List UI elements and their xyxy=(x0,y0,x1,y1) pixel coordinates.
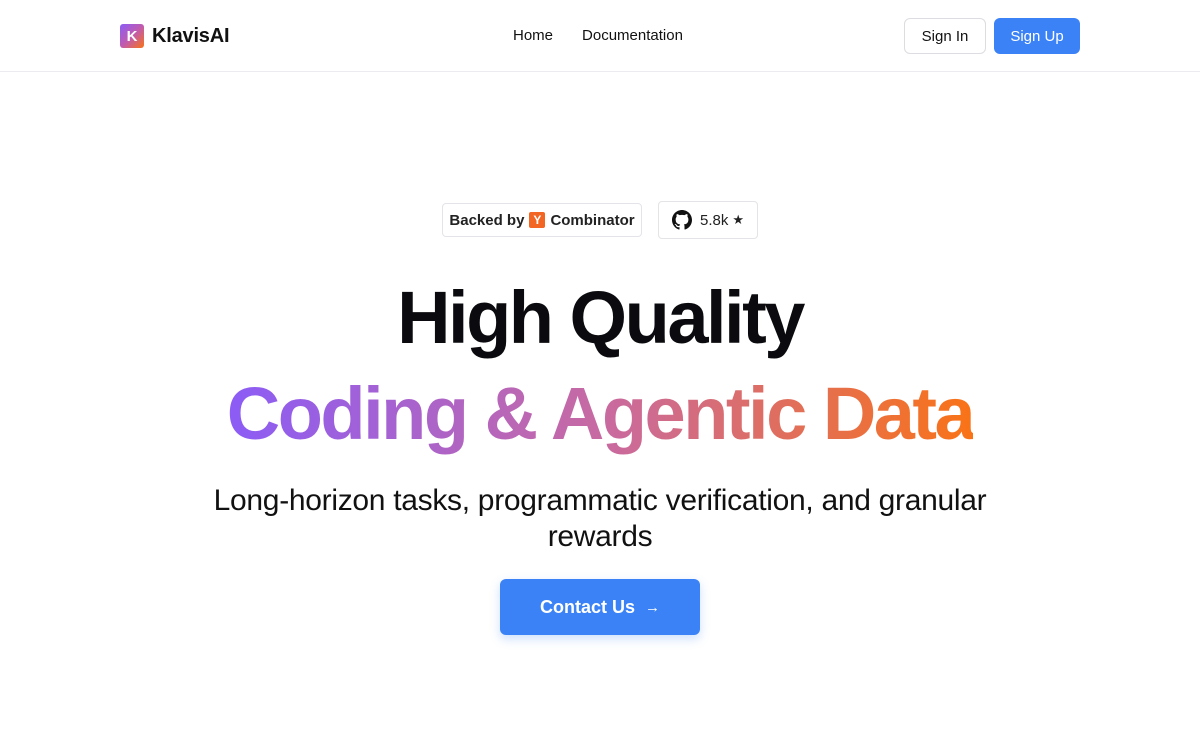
sign-in-button[interactable]: Sign In xyxy=(904,18,986,54)
github-icon xyxy=(671,210,692,230)
yc-badge-prefix: Backed by xyxy=(449,211,525,229)
github-stars-badge[interactable]: 5.8k ★ xyxy=(658,201,758,239)
contact-us-label: Contact Us xyxy=(539,596,635,617)
brand-logo[interactable]: K KlavisAI xyxy=(120,24,230,48)
brand-name: KlavisAI xyxy=(152,24,230,47)
yc-badge-suffix: Combinator xyxy=(550,211,635,229)
nav-link-home[interactable]: Home xyxy=(513,27,553,44)
nav-link-documentation[interactable]: Documentation xyxy=(582,27,683,44)
hero-headline-gradient-text: Coding & Agentic Data xyxy=(226,372,976,455)
contact-us-button[interactable]: Contact Us → xyxy=(500,579,700,635)
sign-up-button[interactable]: Sign Up xyxy=(994,18,1080,54)
logo-icon: K xyxy=(120,24,144,48)
hero-headline-line1: High Quality xyxy=(397,276,805,359)
star-icon: ★ xyxy=(732,212,744,227)
main-nav: Home Documentation xyxy=(513,27,683,44)
site-header: K KlavisAI Home Documentation Sign In Si… xyxy=(0,0,1200,72)
hero-headline-line2: Coding & Agentic Data xyxy=(0,371,1200,457)
yc-logo-icon: Y xyxy=(529,212,546,228)
arrow-right-icon: → xyxy=(645,598,660,616)
yc-badge[interactable]: Backed by Y Combinator xyxy=(442,203,642,237)
github-star-count: 5.8k xyxy=(699,211,729,229)
hero-subtitle: Long-horizon tasks, programmatic verific… xyxy=(213,484,987,553)
